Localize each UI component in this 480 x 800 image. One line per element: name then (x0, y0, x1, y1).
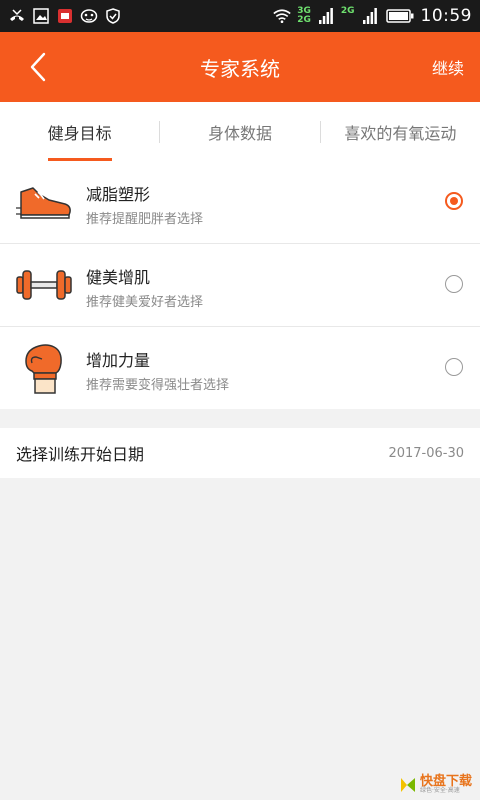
shield-icon (104, 7, 122, 25)
status-bar-notifications (8, 0, 122, 32)
start-date-value: 2017-06-30 (388, 445, 464, 461)
mask-icon (80, 7, 98, 25)
network-label-bottom: 2G (297, 15, 311, 25)
brand-logo-icon (400, 777, 415, 792)
network-type-1: 3G 2G (297, 7, 311, 25)
wifi-icon (273, 7, 291, 25)
app-header: 专家系统 继续 (0, 32, 480, 102)
status-bar: 3G 2G 2G 10:59 (0, 0, 480, 32)
network-type-2: 2G (341, 7, 355, 25)
goal-title: 健美增肌 (86, 268, 151, 287)
goal-subtitle: 推荐提醒肥胖者选择 (86, 212, 204, 227)
goal-option-muscle-gain[interactable]: 健美增肌 推荐健美爱好者选择 (0, 244, 480, 327)
status-time: 10:59 (420, 6, 472, 26)
tab-aerobic-exercise[interactable]: 喜欢的有氧运动 (321, 102, 480, 161)
goal-subtitle: 推荐需要变得强壮者选择 (86, 378, 230, 393)
tab-fitness-goal[interactable]: 健身目标 (0, 102, 159, 161)
start-date-row[interactable]: 选择训练开始日期 2017-06-30 (0, 428, 480, 478)
watermark: 快盘下载 绿色·安全·高速 (399, 775, 472, 794)
dumbbell-icon (14, 258, 74, 312)
status-bar-system: 3G 2G 2G 10:59 (273, 0, 472, 32)
continue-button[interactable]: 继续 (432, 32, 464, 102)
goal-title: 增加力量 (86, 351, 151, 370)
goal-radio[interactable] (445, 275, 463, 293)
tab-bar: 健身目标 身体数据 喜欢的有氧运动 (0, 102, 480, 162)
watermark-tagline: 绿色·安全·高速 (419, 787, 460, 794)
missed-call-icon (8, 7, 26, 25)
goal-radio-selected[interactable] (445, 192, 463, 210)
signal-icon (361, 7, 379, 25)
goal-subtitle: 推荐健美爱好者选择 (86, 295, 204, 310)
app-notification-icon (56, 7, 74, 25)
page-title: 专家系统 (200, 56, 280, 81)
goal-list: 减脂塑形 推荐提醒肥胖者选择 健美增肌 推荐健美爱好者选择 增加力量 推荐需要变… (0, 161, 480, 409)
goal-option-fat-loss[interactable]: 减脂塑形 推荐提醒肥胖者选择 (0, 161, 480, 244)
battery-icon (385, 7, 415, 25)
running-shoe-icon (14, 175, 74, 229)
tab-body-data[interactable]: 身体数据 (160, 102, 319, 161)
start-date-label: 选择训练开始日期 (16, 445, 145, 464)
signal-icon (317, 7, 335, 25)
boxing-glove-icon (14, 341, 74, 395)
goal-option-strength[interactable]: 增加力量 推荐需要变得强壮者选择 (0, 327, 480, 409)
goal-radio[interactable] (445, 358, 463, 376)
gallery-icon (32, 7, 50, 25)
goal-title: 减脂塑形 (86, 185, 151, 204)
